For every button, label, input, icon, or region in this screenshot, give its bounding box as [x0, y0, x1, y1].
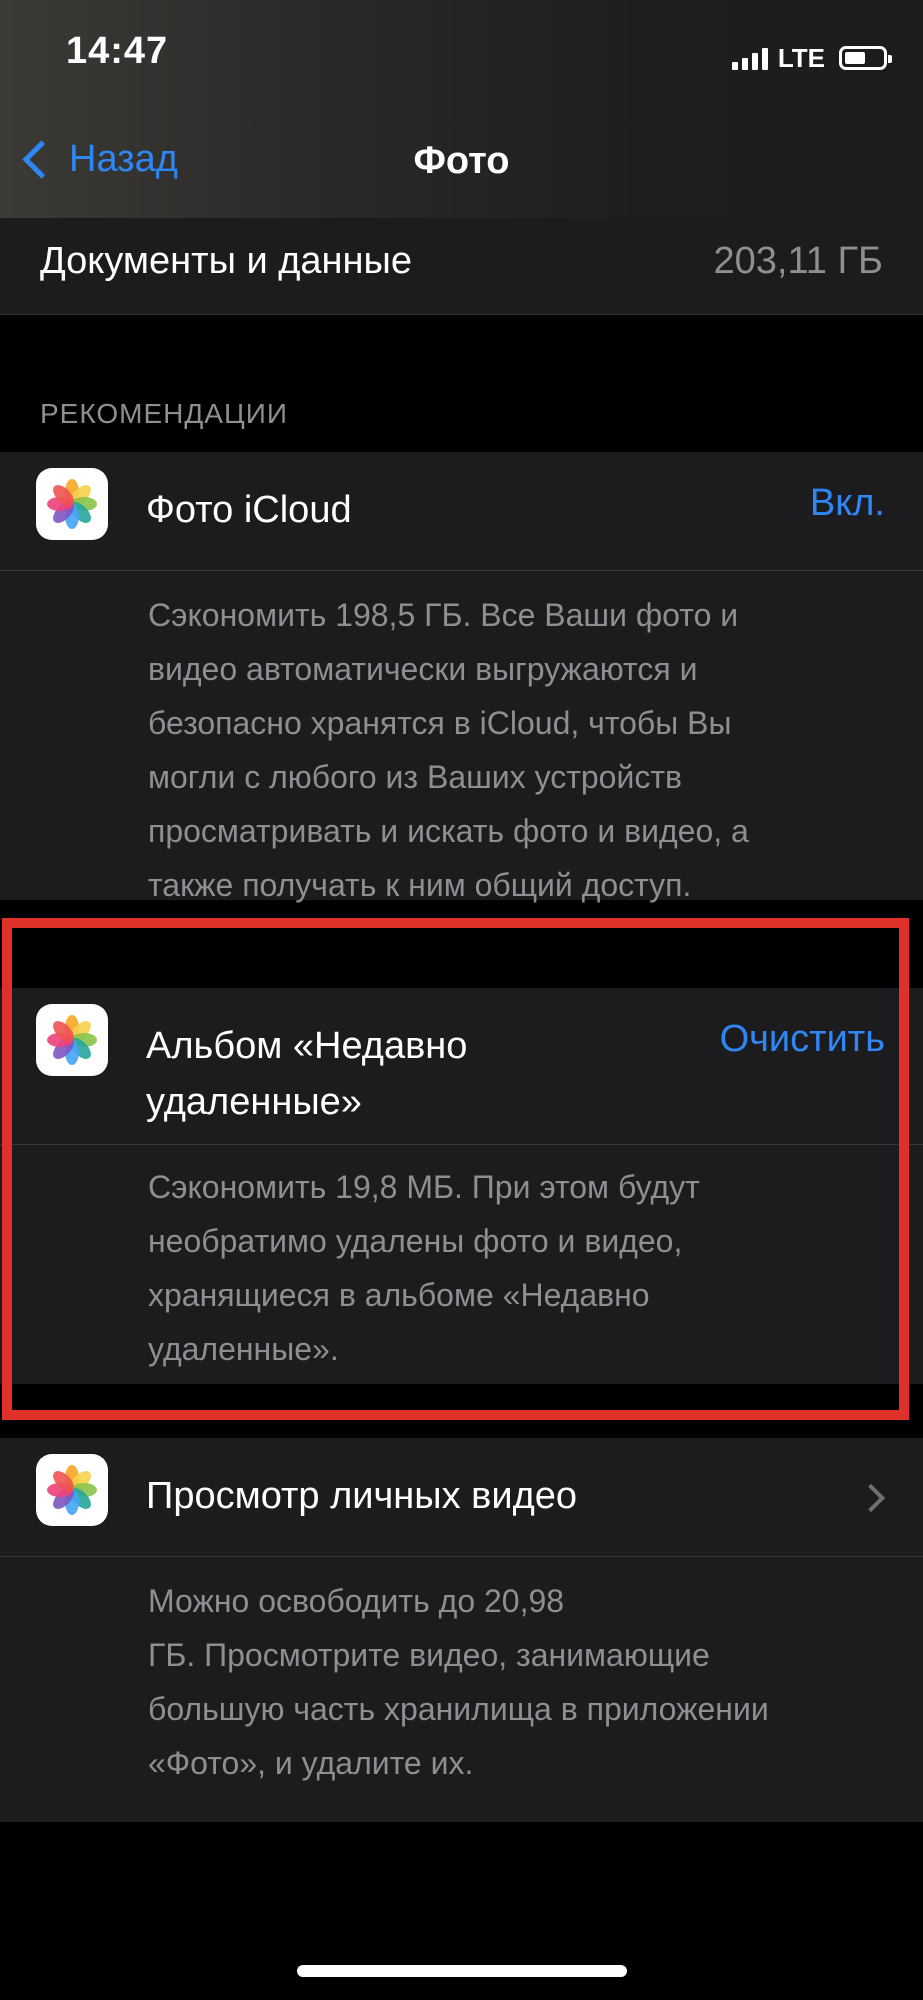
recommendation-description: Сэкономить 198,5 ГБ. Все Ваши фото и вид…	[148, 588, 863, 912]
signal-icon	[731, 46, 768, 70]
description-line: удаленные».	[148, 1331, 339, 1367]
recommendation-title: Просмотр личных видео	[146, 1475, 578, 1517]
status-time: 14:47	[66, 30, 169, 72]
description-line: Можно освободить до 20,98	[148, 1583, 565, 1619]
description-line: Сэкономить 19,8 МБ. При этом будут	[148, 1169, 700, 1205]
documents-label: Документы и данные	[40, 240, 412, 282]
recommendation-header: Альбом «Недавно удаленные» Очистить	[0, 988, 923, 1145]
status-indicators: LTE	[731, 38, 892, 78]
title-line: удаленные»	[146, 1081, 362, 1123]
recommendation-title: Альбом «Недавно удаленные»	[146, 1018, 467, 1130]
photos-app-icon	[36, 1454, 108, 1526]
chevron-right-icon	[856, 1483, 886, 1513]
description-line: необратимо удалены фото и видео,	[148, 1223, 683, 1259]
clear-recently-deleted-button[interactable]: Очистить	[720, 1018, 885, 1061]
description-line: Сэкономить 198,5 ГБ. Все Ваши фото и	[148, 597, 739, 633]
battery-icon	[839, 46, 892, 70]
description-line: большую часть хранилища в приложении	[148, 1691, 769, 1727]
section-header: РЕКОМЕНДАЦИИ	[40, 398, 288, 429]
description-line: также получать к ним общий доступ.	[148, 867, 692, 903]
recommendation-header: Просмотр личных видео	[0, 1438, 923, 1557]
recommendation-description: Можно освободить до 20,98 ГБ. Просмотрит…	[148, 1574, 863, 1790]
enable-icloud-photos-button[interactable]: Вкл.	[810, 482, 885, 525]
description-line: безопасно хранятся в iCloud, чтобы Вы	[148, 705, 732, 741]
header: 14:47 LTE Назад Фото	[0, 0, 923, 218]
recommendation-review-videos[interactable]: Просмотр личных видео Можно освободить д…	[0, 1438, 923, 1822]
photos-app-icon	[36, 468, 108, 540]
recommendation-icloud-photos: Фото iCloud Вкл. Сэкономить 198,5 ГБ. Вс…	[0, 452, 923, 903]
title-line: Альбом «Недавно	[146, 1025, 468, 1067]
photos-app-icon	[36, 1004, 108, 1076]
description-line: «Фото», и удалите их.	[148, 1745, 474, 1781]
documents-row[interactable]: Документы и данные 203,11 ГБ	[0, 218, 923, 315]
recommendation-title: Фото iCloud	[146, 489, 352, 531]
screen: 14:47 LTE Назад Фото Документы и данные …	[0, 0, 923, 2000]
home-indicator[interactable]	[297, 1965, 627, 1977]
recommendation-recently-deleted: Альбом «Недавно удаленные» Очистить Сэко…	[0, 988, 923, 1384]
description-line: видео автоматически выгружаются и	[148, 651, 698, 687]
recommendation-header: Фото iCloud Вкл.	[0, 452, 923, 571]
description-line: просматривать и искать фото и видео, а	[148, 813, 749, 849]
description-line: хранящиеся в альбоме «Недавно	[148, 1277, 650, 1313]
description-line: могли с любого из Ваших устройств	[148, 759, 682, 795]
page-title: Фото	[413, 140, 510, 182]
recommendation-description: Сэкономить 19,8 МБ. При этом будут необр…	[148, 1160, 863, 1376]
description-line: ГБ. Просмотрите видео, занимающие	[148, 1637, 710, 1673]
network-type: LTE	[777, 42, 825, 73]
documents-size: 203,11 ГБ	[713, 240, 883, 282]
